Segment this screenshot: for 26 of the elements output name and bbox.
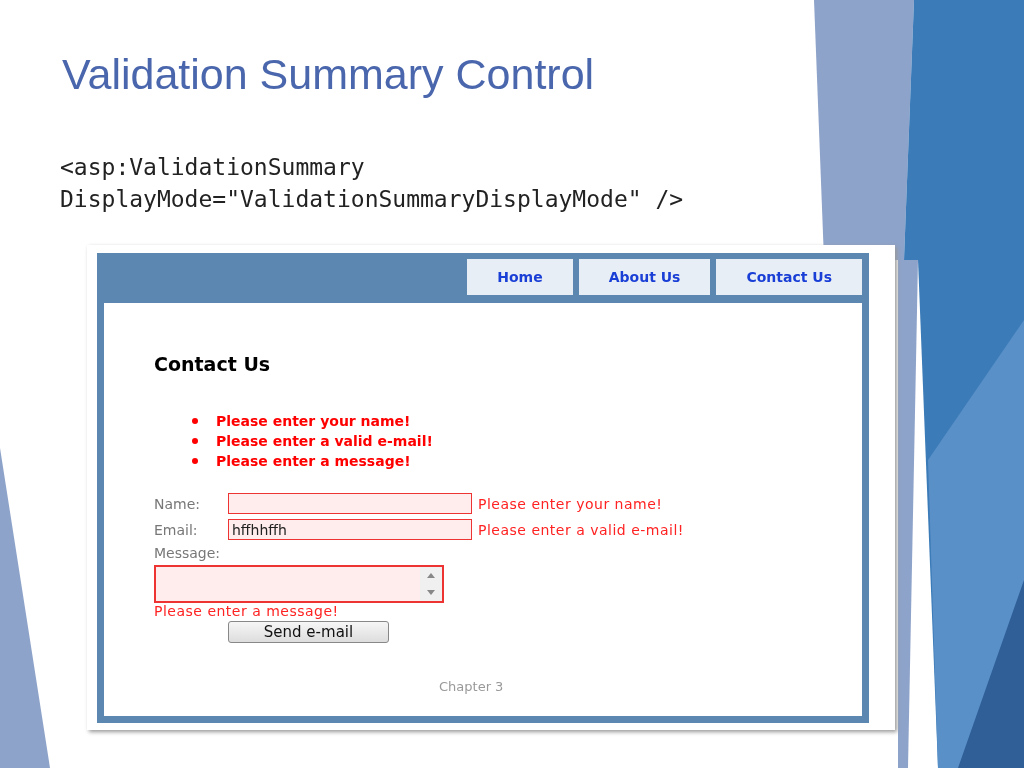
bullet-icon — [192, 418, 198, 424]
footer-text: Chapter 3 — [439, 679, 504, 694]
slide-title: Validation Summary Control — [62, 50, 596, 99]
error-text: Please enter a valid e-mail! — [478, 521, 684, 538]
send-button[interactable]: Send e-mail — [228, 621, 389, 643]
nav-tab[interactable]: About Us — [578, 259, 711, 295]
field-label: Email: — [154, 521, 199, 538]
up-arrow-icon — [427, 573, 435, 578]
nav-tab[interactable]: Contact Us — [716, 259, 862, 295]
message-field[interactable] — [154, 565, 444, 603]
error-text: Please enter your name! — [478, 495, 663, 512]
code-line: <asp:ValidationSummary — [60, 153, 366, 182]
bullet-icon — [192, 458, 198, 464]
error-text: Please enter a message! — [154, 603, 339, 619]
field-label: Name: — [154, 495, 202, 512]
nav-tab[interactable]: Home — [467, 259, 573, 295]
input-field[interactable] — [228, 493, 472, 514]
error-text: Please enter your name! — [216, 412, 411, 431]
bullet-icon — [192, 438, 198, 444]
error-text: Please enter a valid e-mail! — [216, 432, 433, 451]
error-text: Please enter a message! — [216, 452, 411, 471]
page-heading: Contact Us — [154, 353, 272, 375]
down-arrow-icon — [427, 590, 435, 595]
code-line: DisplayMode="ValidationSummaryDisplayMode" /> — [60, 185, 685, 214]
field-label: Message: — [154, 545, 222, 561]
input-field[interactable]: hffhhffh — [228, 519, 472, 540]
